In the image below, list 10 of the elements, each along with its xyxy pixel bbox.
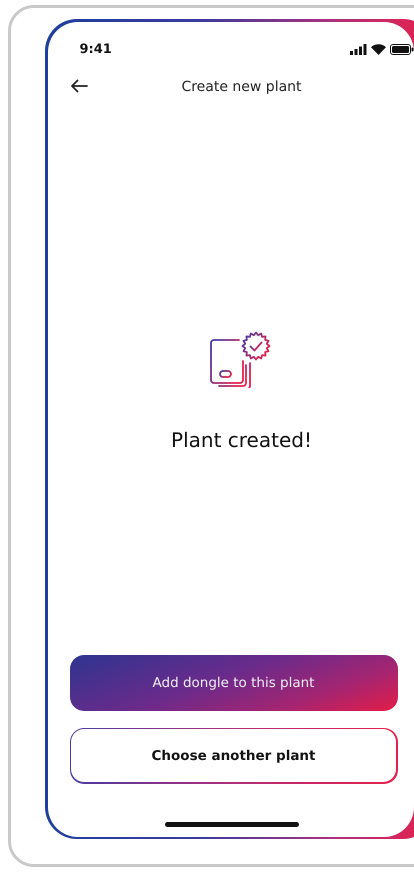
- status-time: 9:41: [80, 42, 112, 56]
- screen-title: Create new plant: [180, 78, 303, 94]
- success-message: Plant created!: [171, 428, 312, 452]
- add-dongle-button[interactable]: Add dongle to this plant: [70, 654, 398, 710]
- back-button[interactable]: [70, 78, 90, 94]
- wifi-icon: [370, 44, 386, 54]
- choose-plant-button[interactable]: Choose another plant: [70, 728, 398, 784]
- back-arrow-icon: [70, 78, 88, 92]
- signal-icon: [350, 44, 366, 54]
- battery-icon: [390, 44, 414, 54]
